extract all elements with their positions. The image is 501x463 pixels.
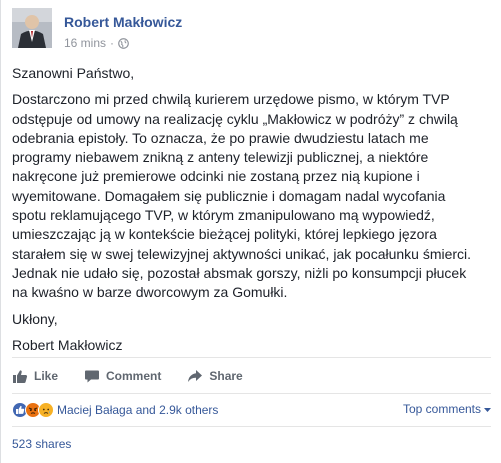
post-text-line: wyemitowane. Domagałem się publicznie i …: [12, 187, 446, 204]
post-text-line: Robert Makłowicz: [12, 336, 123, 353]
like-label: Like: [34, 369, 59, 383]
sort-label: Top comments: [402, 402, 481, 416]
divider: [12, 393, 491, 394]
action-bar: Like Comment Share: [12, 364, 491, 388]
post-text-line: na kwaśno w barze dworcowym za Gomułki.: [12, 284, 288, 301]
post-paragraph: Szanowni Państwo,: [12, 64, 494, 83]
post-paragraph: Ukłony,: [12, 310, 494, 329]
sad-reaction-icon: [38, 402, 54, 418]
share-count[interactable]: 523 shares: [12, 437, 71, 451]
post-text-line: starałem się w swej telewizyjnej aktywno…: [12, 245, 472, 262]
reaction-icons[interactable]: [12, 402, 54, 418]
post-text-line: odebrania epistoły. To oznacza, że po pr…: [12, 129, 429, 146]
reactions-summary[interactable]: Maciej Bałaga and 2.9k others: [57, 403, 218, 417]
post-text-line: Dostarczono mi przed chwilą kurierem urz…: [12, 91, 450, 108]
post-text-line: Ukłony,: [12, 310, 58, 327]
post-meta: 16 mins ·: [64, 36, 129, 50]
share-icon: [187, 369, 203, 384]
author-name[interactable]: Robert Makłowicz: [64, 14, 182, 30]
divider: [12, 357, 491, 358]
post-text-line: Szanowni Państwo,: [12, 65, 135, 81]
post-body: Szanowni Państwo, Dostarczono mi przed ch…: [12, 64, 494, 362]
comment-label: Comment: [106, 369, 162, 383]
share-button[interactable]: Share: [187, 369, 243, 384]
post-header: Robert Makłowicz 16 mins ·: [12, 8, 492, 52]
post-paragraph: Robert Makłowicz: [12, 336, 494, 355]
like-button[interactable]: Like: [12, 369, 58, 384]
divider: [12, 426, 491, 427]
comment-button[interactable]: Comment: [84, 369, 161, 384]
comment-icon: [84, 369, 100, 384]
globe-icon[interactable]: [118, 37, 129, 49]
post-text-line: odstępuje od umowy na realizację cyklu „…: [12, 110, 458, 127]
post-text-line: spotu reklamującego TVP, w którym zmanip…: [12, 207, 435, 224]
post-text-line: nakręcone już premierowe odcinki nie zos…: [12, 168, 420, 185]
reactions-bar: Maciej Bałaga and 2.9k others Top commen…: [12, 400, 491, 420]
thumbs-up-icon: [12, 369, 28, 384]
post-paragraph: Dostarczono mi przed chwilą kurierem urz…: [12, 90, 494, 302]
share-label: Share: [209, 369, 243, 383]
comment-sort-dropdown[interactable]: Top comments: [403, 402, 491, 416]
post-card: Robert Makłowicz 16 mins · Szanowni Pańs…: [0, 0, 501, 463]
caret-down-icon: [484, 402, 491, 416]
post-text-line: programy niebawem znikną z anteny telewi…: [12, 149, 429, 166]
timestamp[interactable]: 16 mins: [64, 36, 106, 50]
post-text-line: umieszczając ją w kontekście bieżącej po…: [12, 226, 437, 243]
avatar[interactable]: [12, 8, 52, 48]
post-text-line: Jednak nie udało się, pozostał absmak go…: [12, 264, 467, 281]
